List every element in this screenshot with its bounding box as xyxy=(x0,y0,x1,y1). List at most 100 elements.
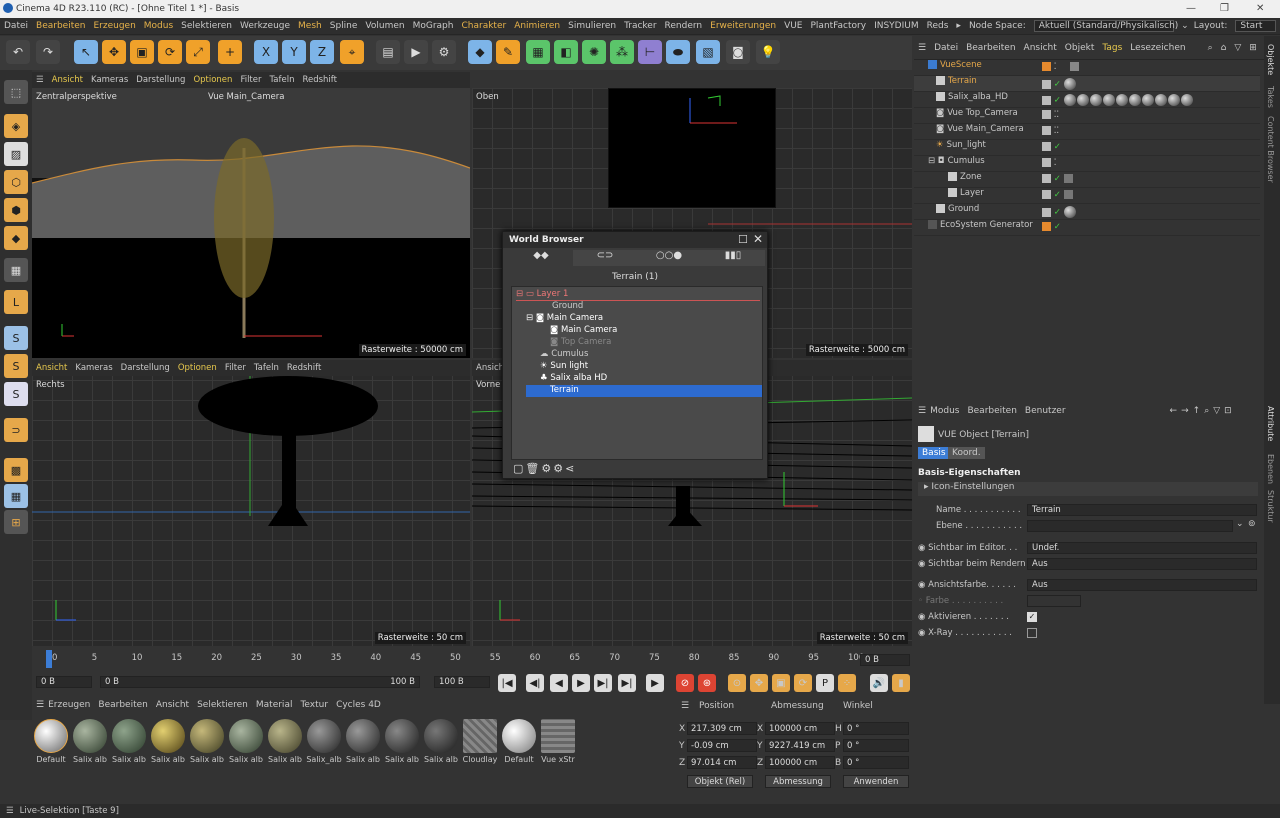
farbe-swatch[interactable] xyxy=(1027,595,1081,607)
obj-menu-lesezeichen[interactable]: Lesezeichen xyxy=(1130,43,1185,53)
menu-charakter[interactable]: Charakter xyxy=(461,21,506,31)
workplane-icon[interactable]: ▩ xyxy=(4,458,28,482)
nodespace-select[interactable]: Aktuell (Standard/Physikalisch) ⌄ xyxy=(1033,20,1189,32)
vp-menu-kameras[interactable]: Kameras xyxy=(91,75,128,85)
tab-koord[interactable]: Koord. xyxy=(948,447,985,459)
rot-b-field[interactable]: 0 ° xyxy=(843,756,909,769)
max-frame-field[interactable]: 100 B xyxy=(434,676,490,688)
key-parameter-icon[interactable]: P xyxy=(816,674,834,692)
min-frame-field[interactable]: 0 B xyxy=(36,676,92,688)
mat-menu-erzeugen[interactable]: Erzeugen xyxy=(48,700,90,710)
vp-menu-tafeln[interactable]: Tafeln xyxy=(254,363,279,373)
viewport-perspective[interactable]: ☰ Ansicht Kameras Darstellung Optionen F… xyxy=(32,72,470,358)
undo-icon[interactable]: ↶ xyxy=(6,40,30,64)
tree-item-main-camera[interactable]: ◙ Main Camera xyxy=(550,325,617,337)
key-pla-icon[interactable]: ⁘ xyxy=(838,674,856,692)
pos-y-field[interactable]: -0.09 cm xyxy=(687,739,757,752)
rot-h-field[interactable]: 0 ° xyxy=(843,722,909,735)
object-row[interactable]: ☀ Sun_light ✓ xyxy=(914,140,1260,156)
tab-library-icon[interactable]: ▮▮▯ xyxy=(701,250,765,266)
tab-basis[interactable]: Basis xyxy=(918,447,950,459)
edges-mode-icon[interactable]: ⬢ xyxy=(4,198,28,222)
model-mode-icon[interactable]: ◈ xyxy=(4,114,28,138)
vp-menu-optionen[interactable]: Optionen xyxy=(193,75,232,85)
object-row[interactable]: Layer ✓ xyxy=(914,188,1260,204)
menu-mograph[interactable]: MoGraph xyxy=(413,21,454,31)
menu-insydium[interactable]: INSYDIUM xyxy=(874,21,919,31)
tree-item-terrain[interactable]: Terrain xyxy=(526,385,762,397)
material-swatch[interactable]: Salix alb xyxy=(383,719,421,771)
forward-icon[interactable]: → xyxy=(1181,406,1189,416)
magnet-icon[interactable]: ⊃ xyxy=(4,418,28,442)
menu-lines-icon[interactable]: ☰ xyxy=(918,43,926,53)
arrow-right-icon[interactable]: ▸ xyxy=(956,21,961,31)
vp-menu-filter[interactable]: Filter xyxy=(225,363,246,373)
close-icon[interactable]: ✕ xyxy=(1256,3,1264,14)
select-tool-icon[interactable]: ↖ xyxy=(74,40,98,64)
play-icon[interactable]: ▶ xyxy=(572,674,590,692)
axis-mode-icon[interactable]: L xyxy=(4,290,28,314)
attr-menu-bearbeiten[interactable]: Bearbeiten xyxy=(967,406,1016,416)
points-mode-icon[interactable]: ⬡ xyxy=(4,170,28,194)
layout-select[interactable]: Start xyxy=(1235,20,1276,32)
key-rotation-icon[interactable]: ⟳ xyxy=(794,674,812,692)
back-icon[interactable]: ← xyxy=(1170,406,1178,416)
menu-lines-icon[interactable]: ☰ xyxy=(918,406,926,416)
settings-icon[interactable]: ⚙ xyxy=(541,462,553,475)
material-swatch[interactable]: Salix alb xyxy=(188,719,226,771)
mat-menu-textur[interactable]: Textur xyxy=(300,700,328,710)
size-mode-select[interactable]: Abmessung xyxy=(765,775,831,788)
object-row[interactable]: Zone ✓ xyxy=(914,172,1260,188)
tree-item-ground[interactable]: Ground xyxy=(552,301,583,313)
menu-erweiterungen[interactable]: Erweiterungen xyxy=(710,21,776,31)
material-swatch[interactable]: Salix alb xyxy=(266,719,304,771)
close-icon[interactable]: ✕ xyxy=(753,232,763,246)
menu-redshift[interactable]: Reds xyxy=(927,21,949,31)
size-x-field[interactable]: 100000 cm xyxy=(765,722,835,735)
camera-icon[interactable]: ◙ xyxy=(726,40,750,64)
subdivision-icon[interactable]: ▦ xyxy=(526,40,550,64)
pos-z-field[interactable]: 97.014 cm xyxy=(687,756,757,769)
snap-icon[interactable]: ⊞ xyxy=(4,510,28,534)
options-icon[interactable]: ⚙ xyxy=(553,462,565,475)
tree-item-cumulus[interactable]: ☁ Cumulus xyxy=(540,349,588,361)
obj-menu-objekt[interactable]: Objekt xyxy=(1065,43,1095,53)
material-swatch[interactable]: Salix_alb xyxy=(305,719,343,771)
current-frame-field[interactable]: 0 B xyxy=(860,654,910,666)
preview-range-slider[interactable]: 0 B 100 B xyxy=(100,676,420,688)
menu-rendern[interactable]: Rendern xyxy=(665,21,703,31)
tree-item-sun-light[interactable]: ☀ Sun light xyxy=(540,361,588,373)
mat-menu-bearbeiten[interactable]: Bearbeiten xyxy=(98,700,147,710)
material-swatch[interactable]: Default xyxy=(500,719,538,771)
object-row[interactable]: ⊟ ◘ Cumulus ⁚ xyxy=(914,156,1260,172)
obj-menu-ansicht[interactable]: Ansicht xyxy=(1024,43,1057,53)
render-picture-viewer-icon[interactable]: ▶ xyxy=(404,40,428,64)
share-icon[interactable]: ⋖ xyxy=(565,462,576,475)
texture-mode-icon[interactable]: ▨ xyxy=(4,142,28,166)
tab-ebenen[interactable]: Ebenen xyxy=(1266,454,1275,484)
menu-bearbeiten[interactable]: Bearbeiten xyxy=(36,21,85,31)
menu-mesh[interactable]: Mesh xyxy=(298,21,322,31)
vp-menu-ansicht[interactable]: Ansicht xyxy=(36,363,67,373)
object-row[interactable]: Terrain ✓ xyxy=(914,76,1260,92)
vp-menu-filter[interactable]: Filter xyxy=(240,75,261,85)
render-settings-icon[interactable]: ⚙ xyxy=(432,40,456,64)
polygons-mode-icon[interactable]: ◆ xyxy=(4,226,28,250)
next-key-icon[interactable]: ▶ xyxy=(646,674,664,692)
material-swatch[interactable]: Salix alb xyxy=(344,719,382,771)
tree-item-layer[interactable]: ⊟ ▭ Layer 1 xyxy=(516,289,760,301)
previous-frame-icon[interactable]: ◀ xyxy=(550,674,568,692)
cloner-icon[interactable]: ⁂ xyxy=(610,40,634,64)
menu-erzeugen[interactable]: Erzeugen xyxy=(93,21,135,31)
ebene-field[interactable] xyxy=(1027,520,1233,532)
size-z-field[interactable]: 100000 cm xyxy=(765,756,835,769)
array-icon[interactable]: ✺ xyxy=(582,40,606,64)
material-swatch[interactable]: Salix alb xyxy=(422,719,460,771)
mat-menu-ansicht[interactable]: Ansicht xyxy=(156,700,189,710)
vp-menu-redshift[interactable]: Redshift xyxy=(287,363,322,373)
solo-hierarchy-icon[interactable]: S xyxy=(4,354,28,378)
maximize-icon[interactable]: ☐ xyxy=(738,233,748,246)
ebene-dropdown-icon[interactable]: ⌄ xyxy=(1236,519,1244,529)
menu-modus[interactable]: Modus xyxy=(144,21,173,31)
filter-icon[interactable]: ▽ xyxy=(1213,406,1220,416)
